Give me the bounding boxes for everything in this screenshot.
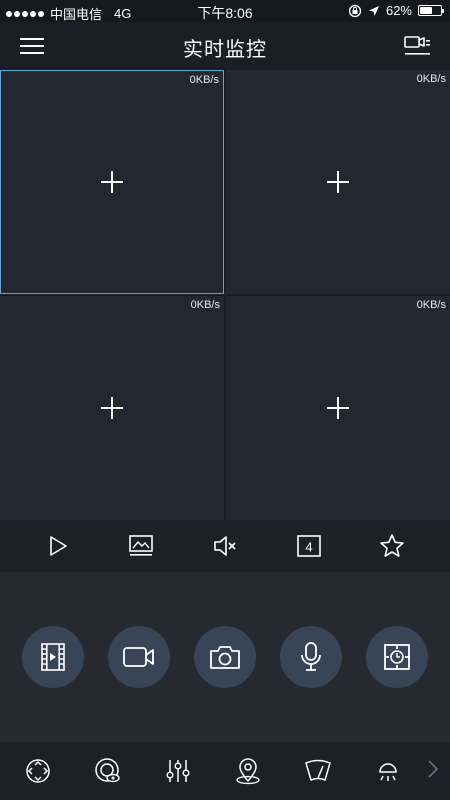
- picture-quality-icon: [129, 535, 154, 556]
- talk-button[interactable]: [280, 626, 342, 688]
- video-cell-3[interactable]: 0KB/s: [0, 296, 224, 520]
- fisheye-button[interactable]: [92, 755, 124, 787]
- adjust-sliders-icon: [166, 760, 190, 782]
- cloud-terminal-icon: [384, 644, 410, 670]
- preset-location-button[interactable]: [232, 755, 264, 787]
- cloud-terminal-button[interactable]: [366, 626, 428, 688]
- ptz-button[interactable]: [22, 755, 54, 787]
- wiper-button[interactable]: [302, 755, 334, 787]
- picture-quality-button[interactable]: [119, 524, 163, 568]
- video-cell-4[interactable]: 0KB/s: [226, 296, 450, 520]
- location-arrow-icon: [368, 5, 379, 16]
- add-camera-icon[interactable]: [327, 397, 349, 419]
- adjust-button[interactable]: [162, 755, 194, 787]
- mute-button[interactable]: [203, 524, 247, 568]
- split-count: 4: [305, 540, 312, 555]
- fisheye-icon: [95, 758, 120, 783]
- add-camera-icon[interactable]: [327, 171, 349, 193]
- video-record-icon: [123, 647, 154, 667]
- wiper-icon: [305, 759, 331, 781]
- chevron-right-icon[interactable]: [426, 758, 440, 780]
- ptz-direction-icon: [26, 759, 50, 783]
- bitrate-label: 0KB/s: [190, 299, 220, 311]
- page-title: 实时监控: [183, 39, 267, 61]
- split-screen-icon: 4: [296, 535, 321, 557]
- split-screen-button[interactable]: 4: [287, 524, 331, 568]
- battery-icon: [418, 5, 444, 16]
- playback-button[interactable]: [22, 626, 84, 688]
- status-right: 62%: [348, 3, 444, 18]
- status-bar: 中国电信 4G 下午8:06 62%: [0, 0, 450, 22]
- snapshot-button[interactable]: [194, 626, 256, 688]
- video-cell-2[interactable]: 0KB/s: [226, 70, 450, 294]
- bitrate-label: 0KB/s: [189, 74, 219, 86]
- bitrate-label: 0KB/s: [416, 73, 446, 85]
- bitrate-label: 0KB/s: [416, 299, 446, 311]
- battery-percent: 62%: [385, 3, 412, 18]
- camera-snapshot-icon: [210, 646, 240, 669]
- favorite-star-icon: [380, 534, 404, 557]
- add-camera-icon[interactable]: [101, 397, 123, 419]
- orientation-lock-icon: [348, 4, 362, 17]
- favorite-button[interactable]: [370, 524, 414, 568]
- record-button[interactable]: [108, 626, 170, 688]
- device-list-icon: [404, 36, 430, 55]
- location-icon: [236, 758, 260, 785]
- light-icon: [379, 763, 397, 781]
- play-button[interactable]: [36, 524, 80, 568]
- add-camera-icon[interactable]: [101, 171, 123, 193]
- nav-bar: 实时监控: [0, 22, 450, 70]
- light-button[interactable]: [372, 755, 404, 787]
- playback-toolbar: 4: [0, 520, 450, 572]
- mute-icon: [214, 536, 236, 556]
- play-icon: [49, 536, 67, 556]
- feature-bar: [0, 742, 450, 800]
- menu-button[interactable]: [18, 34, 46, 58]
- action-panel: [0, 572, 450, 742]
- playback-icon: [41, 643, 65, 671]
- video-grid: 0KB/s 0KB/s 0KB/s 0KB/s: [0, 70, 450, 520]
- microphone-icon: [301, 642, 321, 671]
- hamburger-menu-icon: [20, 38, 44, 54]
- device-list-button[interactable]: [402, 32, 432, 60]
- video-cell-1[interactable]: 0KB/s: [0, 70, 224, 294]
